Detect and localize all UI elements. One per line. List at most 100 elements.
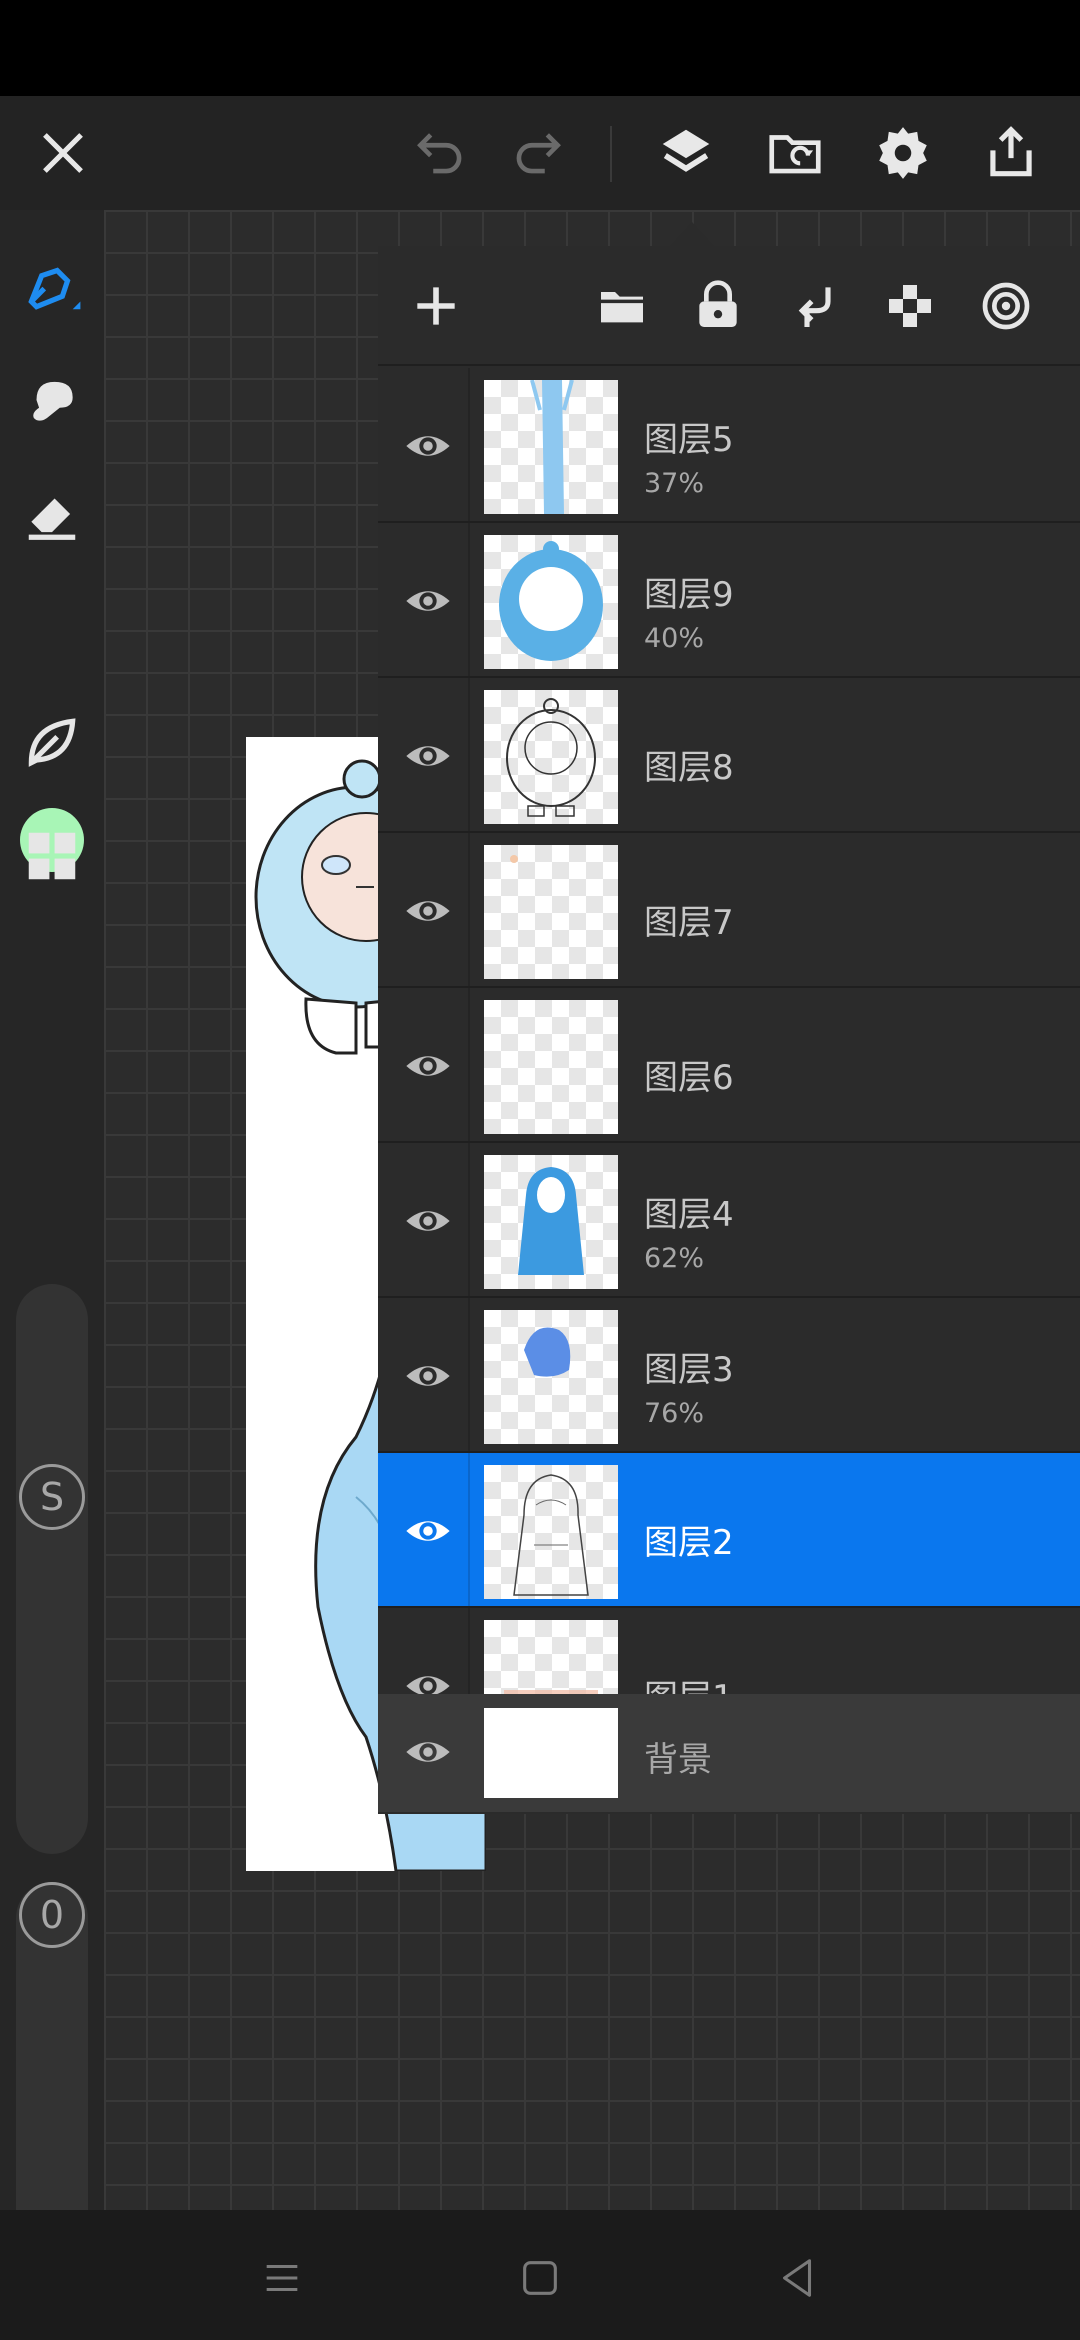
lock-icon	[699, 280, 737, 327]
layer-row[interactable]: 图层7	[378, 833, 1080, 988]
layer-row[interactable]: 图层8	[378, 678, 1080, 833]
layer-row[interactable]: 图层5 37%	[378, 368, 1080, 523]
layer-opacity: 62%	[644, 1243, 705, 1274]
visibility-toggle[interactable]	[392, 410, 464, 482]
layer-thumbnail	[484, 1155, 618, 1289]
add-layer-icon	[417, 287, 455, 325]
undo-button[interactable]	[396, 108, 486, 198]
layer-row[interactable]: 图层4 62%	[378, 1143, 1080, 1298]
undo-icon	[417, 133, 462, 174]
eye-icon	[406, 746, 450, 766]
home-icon	[523, 2261, 557, 2295]
layer-name: 图层9	[644, 575, 734, 615]
lock-button[interactable]	[680, 268, 756, 344]
layer-name: 图层6	[644, 1058, 734, 1098]
close-icon	[43, 133, 83, 173]
column-divider	[468, 1453, 470, 1606]
opacity-label: 0	[19, 1882, 85, 1948]
visibility-toggle[interactable]	[392, 565, 464, 637]
column-divider	[468, 988, 470, 1141]
layer-thumbnail	[484, 1310, 618, 1444]
background-layer-row[interactable]: 背景	[378, 1694, 1080, 1812]
eraser-tool[interactable]	[12, 474, 92, 554]
column-divider	[468, 523, 470, 676]
layer-name: 图层4	[644, 1195, 734, 1235]
home-button[interactable]	[510, 2248, 570, 2308]
layer-thumbnail	[484, 535, 618, 669]
add-layer-button[interactable]	[398, 268, 474, 344]
layer-row[interactable]: 图层9 40%	[378, 523, 1080, 678]
layer-opacity: 37%	[644, 468, 705, 499]
grid-icon	[28, 832, 76, 880]
layer-thumbnail	[484, 1465, 618, 1599]
settings-button[interactable]	[858, 108, 948, 198]
visibility-toggle[interactable]	[392, 1495, 464, 1567]
layer-row[interactable]: 图层3 76%	[378, 1298, 1080, 1453]
merge-down-icon	[798, 287, 831, 327]
merge-down-button[interactable]	[776, 268, 852, 344]
gear-icon	[879, 127, 927, 179]
layer-name: 图层3	[644, 1350, 734, 1390]
column-divider	[468, 1143, 470, 1296]
eye-icon	[406, 591, 450, 611]
menu-button[interactable]	[252, 2248, 312, 2308]
layer-name: 图层2	[644, 1523, 734, 1563]
gallery-button[interactable]	[750, 108, 840, 198]
layers-icon	[662, 129, 710, 172]
transparency-button[interactable]	[872, 268, 948, 344]
eraser-icon	[28, 498, 76, 540]
eye-icon	[406, 1366, 450, 1386]
brush-size-slider[interactable]: S	[16, 1284, 88, 1854]
tool-sidebar: S 0	[0, 210, 104, 2282]
smudge-icon	[33, 381, 73, 421]
transparency-icon	[889, 285, 931, 327]
eye-icon	[406, 901, 450, 921]
layer-thumbnail	[484, 1708, 618, 1798]
top-toolbar	[0, 96, 1080, 210]
visibility-toggle[interactable]	[392, 1185, 464, 1257]
brush-icon	[28, 267, 81, 310]
blend-icon	[982, 282, 1030, 330]
layer-name: 图层5	[644, 420, 734, 460]
eye-icon	[406, 1056, 450, 1076]
eye-icon	[406, 436, 450, 456]
column-divider	[468, 368, 470, 521]
layer-thumbnail	[484, 845, 618, 979]
share-button[interactable]	[966, 108, 1056, 198]
leaf-tool[interactable]	[12, 702, 92, 782]
visibility-toggle[interactable]	[392, 1340, 464, 1412]
brush-tool[interactable]	[12, 246, 92, 326]
layer-row[interactable]: 图层6	[378, 988, 1080, 1143]
layer-thumbnail	[484, 1000, 618, 1134]
back-icon	[783, 2259, 812, 2297]
size-label: S	[19, 1464, 85, 1530]
system-navbar	[0, 2210, 1080, 2340]
grid-tool[interactable]	[12, 816, 92, 896]
folder-icon	[601, 292, 643, 323]
redo-button[interactable]	[492, 108, 582, 198]
layers-button[interactable]	[641, 108, 731, 198]
visibility-toggle[interactable]	[392, 875, 464, 947]
visibility-toggle[interactable]	[392, 1716, 464, 1788]
layer-name: 图层7	[644, 903, 734, 943]
close-button[interactable]	[18, 108, 108, 198]
layer-name: 图层8	[644, 748, 734, 788]
toolbar-divider	[610, 126, 612, 182]
column-divider	[468, 833, 470, 986]
status-bar	[0, 0, 1080, 96]
visibility-toggle[interactable]	[392, 1030, 464, 1102]
leaf-icon	[28, 718, 76, 767]
blend-button[interactable]	[968, 268, 1044, 344]
panel-pointer	[670, 222, 714, 246]
layer-row[interactable]: 图层2	[378, 1453, 1080, 1608]
smudge-tool[interactable]	[12, 360, 92, 440]
layer-opacity: 40%	[644, 623, 705, 654]
visibility-toggle[interactable]	[392, 720, 464, 792]
layer-opacity: 76%	[644, 1398, 705, 1429]
eye-icon	[406, 1211, 450, 1231]
layers-panel: 图层537%图层940%图层8图层7图层6图层462%图层376%图层2图层1 …	[378, 246, 1080, 1814]
folder-button[interactable]	[584, 268, 660, 344]
back-button[interactable]	[768, 2248, 828, 2308]
layer-thumbnail	[484, 380, 618, 514]
column-divider	[468, 678, 470, 831]
